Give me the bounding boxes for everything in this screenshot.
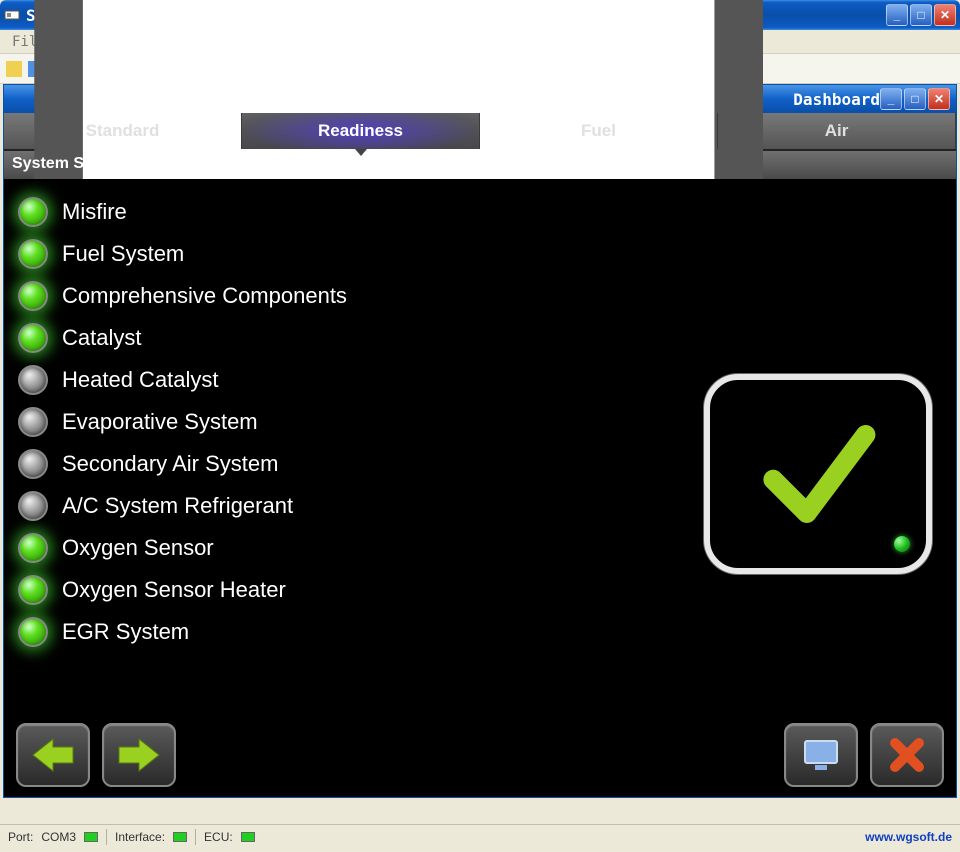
status-label: Fuel System bbox=[62, 241, 184, 267]
website-link[interactable]: www.wgsoft.de bbox=[865, 830, 952, 844]
dashboard-titlebar: Dashboard _ □ ✕ bbox=[4, 85, 956, 113]
status-led-icon bbox=[18, 365, 48, 395]
dashboard-close-button[interactable]: ✕ bbox=[928, 88, 950, 110]
next-button[interactable] bbox=[102, 723, 176, 787]
close-button[interactable]: ✕ bbox=[934, 4, 956, 26]
ecu-indicator-icon bbox=[241, 832, 255, 842]
status-label: Heated Catalyst bbox=[62, 367, 219, 393]
status-led-icon bbox=[18, 533, 48, 563]
dashboard-window-controls: _ □ ✕ bbox=[880, 88, 950, 110]
status-label: Evaporative System bbox=[62, 409, 258, 435]
action-buttons-right bbox=[784, 723, 944, 787]
tab-fuel[interactable]: Fuel bbox=[480, 113, 718, 149]
status-item: EGR System bbox=[18, 617, 942, 647]
status-led-icon bbox=[18, 407, 48, 437]
status-item: Oxygen Sensor Heater bbox=[18, 575, 942, 605]
outer-window-controls: _ □ ✕ bbox=[886, 4, 956, 26]
dashboard-maximize-button[interactable]: □ bbox=[904, 88, 926, 110]
status-label: Misfire bbox=[62, 199, 127, 225]
status-dot-icon bbox=[894, 536, 910, 552]
status-led-icon bbox=[18, 197, 48, 227]
content-area: Misfire Fuel System Comprehensive Componen… bbox=[4, 179, 956, 797]
nav-buttons-left bbox=[16, 723, 176, 787]
separator bbox=[195, 829, 196, 845]
status-led-icon bbox=[18, 491, 48, 521]
status-label: Oxygen Sensor Heater bbox=[62, 577, 286, 603]
status-led-icon bbox=[18, 449, 48, 479]
status-label: Comprehensive Components bbox=[62, 283, 347, 309]
monitor-button[interactable] bbox=[784, 723, 858, 787]
tab-readiness[interactable]: Readiness bbox=[242, 113, 480, 149]
dashboard-window: Dashboard _ □ ✕ Standard Readiness Fuel … bbox=[3, 84, 957, 798]
status-label: Oxygen Sensor bbox=[62, 535, 214, 561]
status-led-icon bbox=[18, 281, 48, 311]
overall-status-indicator bbox=[704, 374, 932, 574]
x-icon bbox=[887, 735, 927, 775]
prev-button[interactable] bbox=[16, 723, 90, 787]
status-item: Fuel System bbox=[18, 239, 942, 269]
arrow-right-icon bbox=[117, 737, 161, 773]
status-led-icon bbox=[18, 617, 48, 647]
dashboard-minimize-button[interactable]: _ bbox=[880, 88, 902, 110]
checkmark-icon bbox=[748, 404, 888, 544]
port-indicator-icon bbox=[84, 832, 98, 842]
status-label: A/C System Refrigerant bbox=[62, 493, 293, 519]
tab-bar: Standard Readiness Fuel Air bbox=[4, 113, 956, 151]
status-led-icon bbox=[18, 575, 48, 605]
maximize-button[interactable]: □ bbox=[910, 4, 932, 26]
status-item: Misfire bbox=[18, 197, 942, 227]
tab-standard[interactable]: Standard bbox=[4, 113, 242, 149]
statusbar: Port: COM3 Interface: ECU: www.wgsoft.de bbox=[0, 824, 960, 848]
status-led-icon bbox=[18, 323, 48, 353]
status-item: Catalyst bbox=[18, 323, 942, 353]
monitor-icon bbox=[801, 737, 841, 773]
arrow-left-icon bbox=[31, 737, 75, 773]
status-led-icon bbox=[18, 239, 48, 269]
status-label: Catalyst bbox=[62, 325, 141, 351]
interface-indicator-icon bbox=[173, 832, 187, 842]
outer-window: ScanMaster-ELM _ □ ✕ File Options Tools … bbox=[0, 0, 960, 852]
cancel-button[interactable] bbox=[870, 723, 944, 787]
dashboard-title: Dashboard bbox=[793, 90, 880, 109]
port-value: COM3 bbox=[41, 830, 76, 844]
status-item: Comprehensive Components bbox=[18, 281, 942, 311]
status-label: Secondary Air System bbox=[62, 451, 278, 477]
interface-label: Interface: bbox=[115, 830, 165, 844]
port-label: Port: bbox=[8, 830, 33, 844]
separator bbox=[106, 829, 107, 845]
ecu-label: ECU: bbox=[204, 830, 233, 844]
minimize-button[interactable]: _ bbox=[886, 4, 908, 26]
tab-air[interactable]: Air bbox=[718, 113, 956, 149]
status-label: EGR System bbox=[62, 619, 189, 645]
